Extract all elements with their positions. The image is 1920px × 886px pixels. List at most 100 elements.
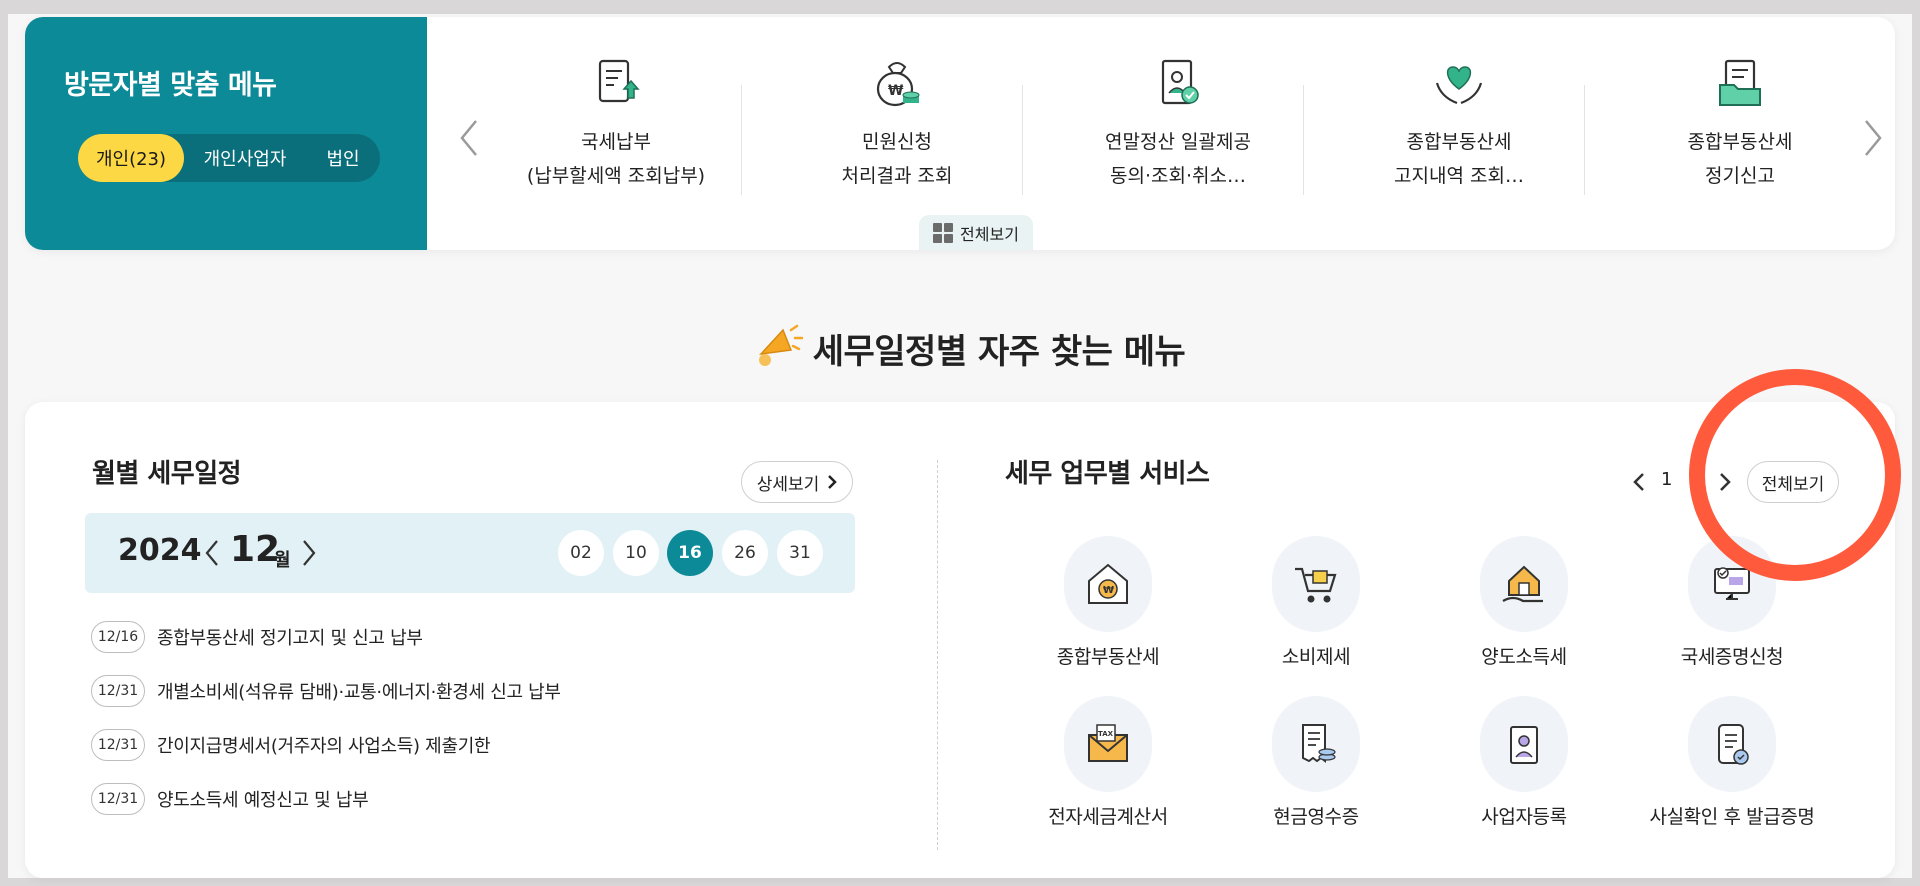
divider bbox=[1022, 85, 1023, 195]
tab-corporation[interactable]: 법인 bbox=[306, 134, 380, 182]
tax-schedule-card: 월별 세무일정 상세보기 2024 12 월 02 10 16 26 31 12… bbox=[25, 402, 1895, 878]
page-frame: 방문자별 맞춤 메뉴 개인(23) 개인사업자 법인 국세납부 (납부할세액 조… bbox=[8, 14, 1912, 878]
schedule-text: 양도소득세 예정신고 및 납부 bbox=[157, 790, 369, 811]
schedule-date-tag: 12/31 bbox=[91, 783, 145, 815]
quick-menu-label-line2: 고지내역 조회… bbox=[1394, 165, 1524, 187]
services-page-number: 1 bbox=[1661, 469, 1673, 490]
schedule-date-tag: 12/31 bbox=[91, 729, 145, 761]
schedule-text: 개별소비세(석유류 담배)·교통·에너지·환경세 신고 납부 bbox=[157, 682, 561, 703]
schedule-text: 종합부동산세 정기고지 및 신고 납부 bbox=[157, 628, 423, 649]
day-chip-26[interactable]: 26 bbox=[722, 530, 768, 576]
schedule-item[interactable]: 12/31 개별소비세(석유류 담배)·교통·에너지·환경세 신고 납부 bbox=[91, 664, 851, 718]
schedule-date-tag: 12/31 bbox=[91, 675, 145, 707]
day-chip-31[interactable]: 31 bbox=[777, 530, 823, 576]
chevron-left-icon bbox=[1633, 473, 1644, 491]
quick-menu-label-line1: 종합부동산세 bbox=[1687, 131, 1793, 153]
year-label: 2024 bbox=[118, 533, 202, 568]
chevron-right-icon bbox=[828, 475, 838, 489]
schedule-detail-button[interactable]: 상세보기 bbox=[741, 461, 853, 503]
service-item-comprehensive-property-tax[interactable]: ₩ 종합부동산세 bbox=[1008, 536, 1208, 686]
service-item-business-registration[interactable]: 사업자등록 bbox=[1424, 696, 1624, 846]
service-item-fact-verification[interactable]: 사실확인 후 발급증명 bbox=[1632, 696, 1832, 846]
document-folder-icon bbox=[1712, 55, 1768, 111]
column-divider bbox=[937, 460, 938, 850]
quick-menu-item-property-tax-filing[interactable]: 종합부동산세 정기신고 bbox=[1620, 55, 1860, 205]
month-selector-bar: 2024 12 월 02 10 16 26 31 bbox=[85, 513, 855, 593]
house-coin-icon: ₩ bbox=[1064, 536, 1152, 632]
service-label: 사실확인 후 발급증명 bbox=[1649, 806, 1815, 828]
service-label: 전자세금계산서 bbox=[1048, 806, 1168, 828]
schedule-text: 간이지급명세서(거주자의 사업소득) 제출기한 bbox=[157, 736, 491, 757]
quick-menu-label-line1: 연말정산 일괄제공 bbox=[1105, 131, 1251, 153]
grid-icon bbox=[933, 222, 954, 243]
visitor-menu-card: 방문자별 맞춤 메뉴 개인(23) 개인사업자 법인 국세납부 (납부할세액 조… bbox=[25, 17, 1895, 250]
quick-menu-label-line1: 국세납부 bbox=[581, 131, 651, 153]
visitor-tab-group: 개인(23) 개인사업자 법인 bbox=[78, 134, 380, 182]
service-item-capital-gains-tax[interactable]: 양도소득세 bbox=[1424, 536, 1624, 686]
quick-menu-view-all-button[interactable]: 전체보기 bbox=[919, 215, 1033, 250]
services-title: 세무 업무별 서비스 bbox=[1005, 459, 1210, 489]
quick-menu-item-year-end[interactable]: 연말정산 일괄제공 동의·조회·취소… bbox=[1058, 55, 1298, 205]
month-label: 12 bbox=[230, 529, 281, 570]
divider bbox=[1303, 85, 1304, 195]
quick-menu-item-property-tax-notice[interactable]: 종합부동산세 고지내역 조회… bbox=[1339, 55, 1579, 205]
services-next-page-button[interactable] bbox=[1715, 467, 1735, 497]
schedule-list: 12/16 종합부동산세 정기고지 및 신고 납부 12/31 개별소비세(석유… bbox=[91, 610, 851, 830]
quick-menu-label-line2: 처리결과 조회 bbox=[841, 165, 953, 187]
carousel-prev-button[interactable] bbox=[455, 113, 483, 163]
receipt-coins-icon bbox=[1272, 696, 1360, 792]
tax-envelope-icon: TAX bbox=[1064, 696, 1152, 792]
monthly-schedule-title: 월별 세무일정 bbox=[92, 459, 242, 489]
visitor-menu-title: 방문자별 맞춤 메뉴 bbox=[64, 70, 277, 101]
schedule-date-tag: 12/16 bbox=[91, 621, 145, 653]
quick-menu-label-line2: (납부할세액 조회납부) bbox=[526, 165, 706, 187]
next-month-button[interactable] bbox=[298, 535, 320, 571]
tax-payment-icon bbox=[588, 55, 644, 111]
service-item-cash-receipt[interactable]: 현금영수증 bbox=[1216, 696, 1416, 846]
quick-menu-label-line1: 종합부동산세 bbox=[1406, 131, 1512, 153]
chevron-left-icon bbox=[460, 120, 477, 156]
chevron-right-icon bbox=[303, 540, 316, 566]
quick-menu-item-tax-payment[interactable]: 국세납부 (납부할세액 조회납부) bbox=[496, 55, 736, 205]
svg-text:₩: ₩ bbox=[888, 83, 904, 99]
schedule-item[interactable]: 12/31 양도소득세 예정신고 및 납부 bbox=[91, 772, 851, 826]
schedule-item[interactable]: 12/16 종합부동산세 정기고지 및 신고 납부 bbox=[91, 610, 851, 664]
heart-hands-icon bbox=[1431, 55, 1487, 111]
tab-individual[interactable]: 개인(23) bbox=[78, 134, 184, 182]
detail-button-label: 상세보기 bbox=[756, 474, 820, 495]
day-chip-10[interactable]: 10 bbox=[613, 530, 659, 576]
svg-text:TAX: TAX bbox=[1098, 730, 1114, 738]
quick-menu-label-line2: 정기신고 bbox=[1705, 165, 1775, 187]
services-prev-page-button[interactable] bbox=[1629, 467, 1649, 497]
service-item-e-tax-invoice[interactable]: TAX 전자세금계산서 bbox=[1008, 696, 1208, 846]
service-label: 현금영수증 bbox=[1273, 806, 1359, 828]
prev-month-button[interactable] bbox=[201, 535, 223, 571]
visitor-menu-panel: 방문자별 맞춤 메뉴 개인(23) 개인사업자 법인 bbox=[25, 17, 427, 250]
divider bbox=[1584, 85, 1585, 195]
service-item-tax-certificate[interactable]: 국세증명신청 bbox=[1632, 536, 1832, 686]
service-label: 소비제세 bbox=[1281, 646, 1351, 668]
quick-menu-item-civil-petition[interactable]: ₩ 민원신청 처리결과 조회 bbox=[777, 55, 1017, 205]
section-heading: 세무일정별 자주 찾는 메뉴 bbox=[8, 320, 1920, 376]
service-label: 종합부동산세 bbox=[1056, 646, 1160, 668]
mobile-verify-icon bbox=[1688, 696, 1776, 792]
registration-id-icon bbox=[1480, 696, 1568, 792]
tab-sole-proprietor[interactable]: 개인사업자 bbox=[184, 134, 306, 182]
bell-icon bbox=[751, 320, 803, 376]
quick-menu-label-line2: 동의·조회·취소… bbox=[1110, 165, 1246, 187]
carousel-next-button[interactable] bbox=[1859, 113, 1887, 163]
day-chip-02[interactable]: 02 bbox=[558, 530, 604, 576]
day-chip-16[interactable]: 16 bbox=[667, 530, 713, 576]
service-item-consumption-tax[interactable]: 소비제세 bbox=[1216, 536, 1416, 686]
service-label: 사업자등록 bbox=[1481, 806, 1567, 828]
svg-text:₩: ₩ bbox=[1103, 585, 1114, 596]
money-bag-icon: ₩ bbox=[869, 55, 925, 111]
schedule-item[interactable]: 12/31 간이지급명세서(거주자의 사업소득) 제출기한 bbox=[91, 718, 851, 772]
chevron-right-icon bbox=[1720, 473, 1731, 491]
services-view-all-button[interactable]: 전체보기 bbox=[1747, 461, 1839, 503]
house-hand-icon bbox=[1480, 536, 1568, 632]
chevron-left-icon bbox=[205, 540, 218, 566]
view-all-label: 전체보기 bbox=[960, 224, 1019, 244]
section-heading-text: 세무일정별 자주 찾는 메뉴 bbox=[812, 331, 1186, 372]
shopping-cart-icon bbox=[1272, 536, 1360, 632]
